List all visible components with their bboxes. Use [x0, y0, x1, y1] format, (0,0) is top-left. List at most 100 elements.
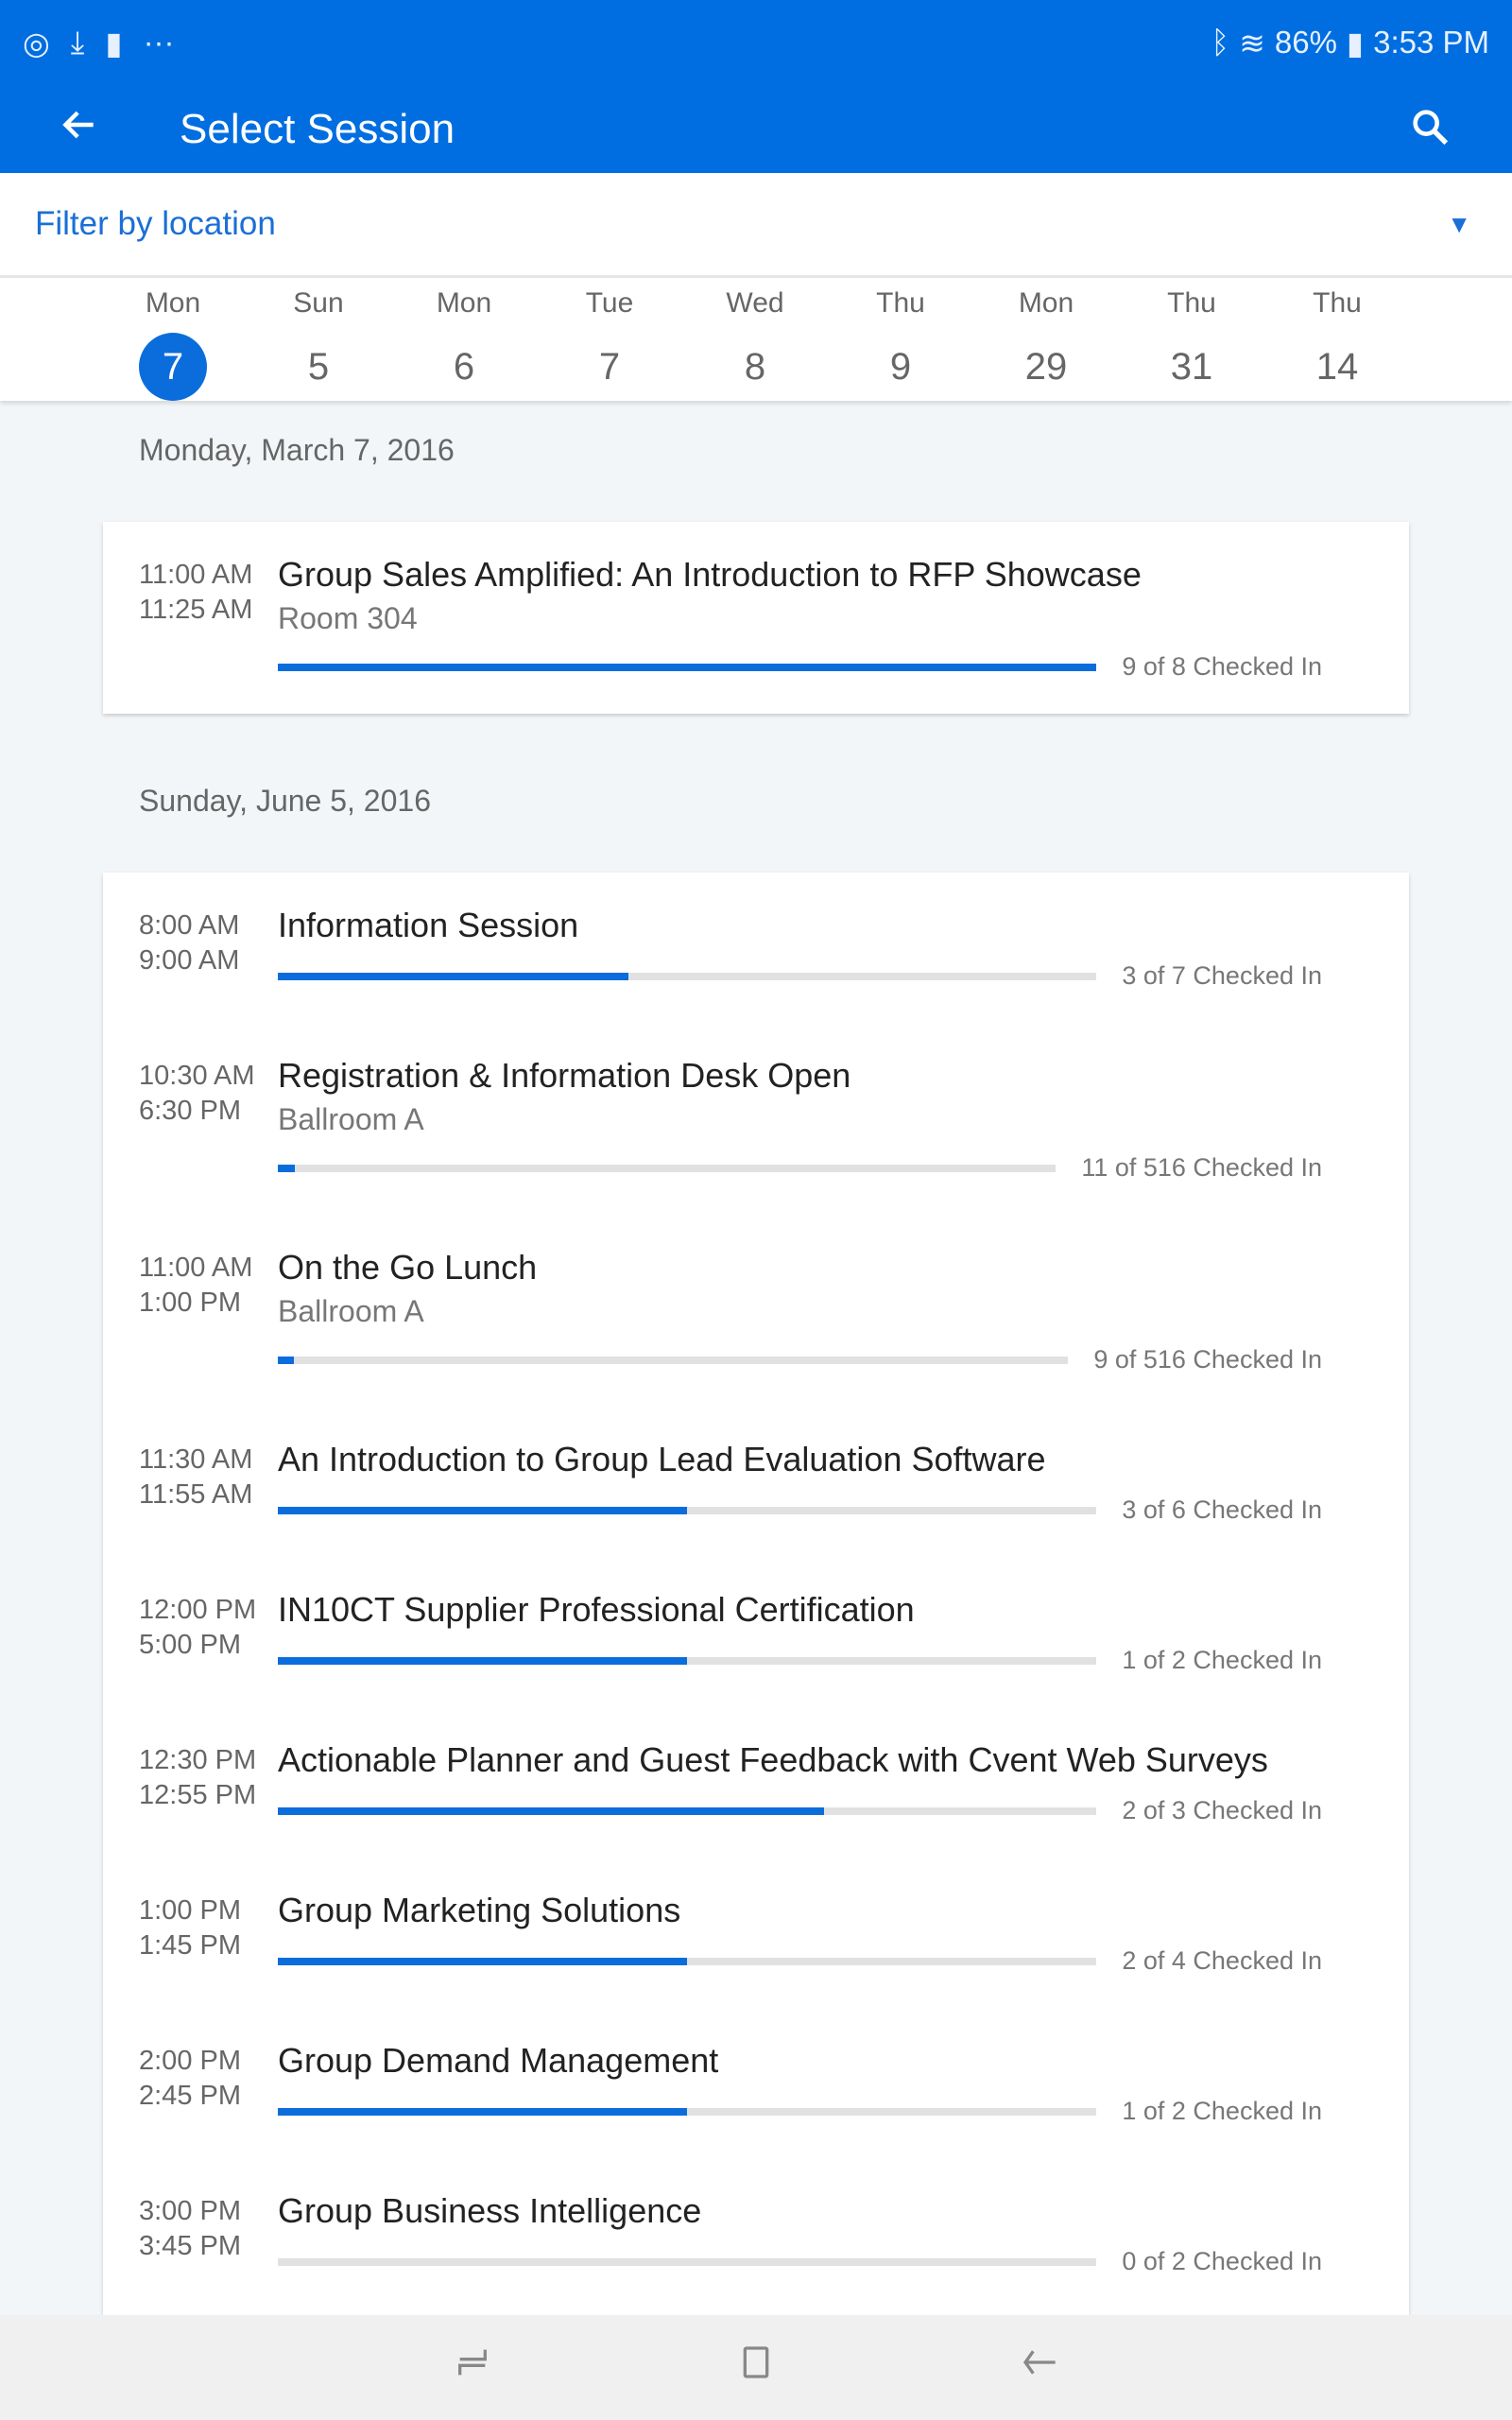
home-icon[interactable] — [737, 2343, 775, 2392]
checkin-progress: 9 of 8 Checked In — [278, 652, 1322, 714]
session-row[interactable]: 2:00 PM 2:45 PM Group Demand Management 1 o… — [103, 2008, 1409, 2158]
session-row[interactable]: 11:30 AM 11:55 AM An Introduction to Group… — [103, 1407, 1409, 1557]
battery-percent: 86% — [1274, 25, 1337, 60]
status-bar: ◎ ⤓ ▮ ··· ᛒ ≋ 86% ▮ 3:53 PM — [0, 0, 1512, 85]
date-tab[interactable]: Thu 9 — [844, 287, 957, 401]
session-time: 11:30 AM 11:55 AM — [139, 1443, 252, 1512]
date-tab[interactable]: Thu 31 — [1135, 287, 1248, 401]
search-icon[interactable] — [1408, 105, 1452, 153]
session-row[interactable]: 3:00 PM 3:45 PM Group Business Intelligenc… — [103, 2158, 1409, 2308]
recents-icon[interactable] — [454, 2343, 491, 2392]
session-time: 1:00 PM 1:45 PM — [139, 1893, 241, 1963]
session-row[interactable]: 11:00 AM 11:25 AM Group Sales Amplified: A… — [103, 522, 1409, 714]
progress-track — [278, 972, 1097, 980]
app-bar: Select Session — [0, 85, 1512, 173]
session-title: Actionable Planner and Guest Feedback wi… — [278, 1740, 1268, 1779]
session-start-time: 12:00 PM — [139, 1595, 257, 1625]
progress-track — [278, 2257, 1097, 2266]
checkin-count: 3 of 7 Checked In — [1122, 961, 1322, 990]
wifi-icon: ≋ — [1239, 25, 1265, 60]
date-tab[interactable]: Mon 29 — [989, 287, 1103, 401]
session-title: IN10CT Supplier Professional Certificati… — [278, 1590, 915, 1629]
back-icon[interactable] — [1021, 2343, 1058, 2392]
date-tab[interactable]: Tue 7 — [553, 287, 666, 401]
checkin-progress: 0 of 2 Checked In — [278, 2247, 1322, 2308]
session-time: 11:00 AM 11:25 AM — [139, 558, 252, 628]
progress-track — [278, 1806, 1097, 1815]
section-date-header: Monday, March 7, 2016 — [139, 433, 455, 467]
session-time: 8:00 AM 9:00 AM — [139, 908, 239, 978]
session-start-time: 2:00 PM — [139, 2046, 241, 2076]
date-tab[interactable]: Sun 5 — [262, 287, 375, 401]
date-tab[interactable]: Thu 14 — [1280, 287, 1394, 401]
more-icon: ··· — [143, 25, 175, 60]
session-start-time: 11:00 AM — [139, 560, 253, 590]
progress-fill — [278, 1356, 294, 1364]
session-row[interactable]: 10:30 AM 6:30 PM Registration & Informatio… — [103, 1023, 1409, 1215]
filter-by-location-dropdown[interactable]: Filter by location ▼ — [0, 173, 1512, 278]
date-tab-number: 9 — [889, 346, 912, 388]
checkin-count: 11 of 516 Checked In — [1081, 1153, 1322, 1182]
session-card: 8:00 AM 9:00 AM Information Session 3 of 7 … — [103, 873, 1409, 2420]
checkin-progress: 3 of 6 Checked In — [278, 1495, 1322, 1557]
date-tab-weekday: Wed — [726, 287, 784, 319]
progress-fill — [278, 1164, 295, 1172]
date-tab-weekday: Mon — [145, 287, 201, 319]
session-body: On the Go Lunch Ballroom A 9 of 516 Checke… — [278, 1247, 1322, 1407]
progress-track — [278, 1164, 1057, 1172]
section-date-header: Sunday, June 5, 2016 — [139, 784, 431, 818]
session-time: 3:00 PM 3:45 PM — [139, 2194, 241, 2264]
session-row[interactable]: 1:00 PM 1:45 PM Group Marketing Solutions 2… — [103, 1858, 1409, 2008]
session-end-time: 12:55 PM — [139, 1780, 257, 1810]
session-end-time: 5:00 PM — [139, 1630, 241, 1660]
date-strip: Mon 7 Sun 5 Mon 6 Tue 7 Wed 8 Thu 9 Mon 29 Thu 31 Thu 14 — [0, 278, 1512, 401]
progress-track — [278, 1656, 1097, 1665]
session-body: Information Session 3 of 7 Checked In — [278, 905, 1322, 1023]
session-start-time: 3:00 PM — [139, 2196, 241, 2226]
date-tab-weekday: Thu — [1313, 287, 1362, 319]
date-tab-number: 6 — [453, 346, 475, 388]
checkin-count: 9 of 8 Checked In — [1122, 652, 1322, 681]
session-body: Actionable Planner and Guest Feedback wi… — [278, 1739, 1322, 1858]
session-start-time: 11:30 AM — [139, 1444, 253, 1475]
checkin-progress: 2 of 4 Checked In — [278, 1946, 1322, 2008]
date-tab-number: 29 — [1024, 346, 1068, 388]
arrow-left-icon[interactable] — [59, 102, 115, 157]
session-row[interactable]: 12:30 PM 12:55 PM Actionable Planner and G… — [103, 1707, 1409, 1858]
progress-track — [278, 1356, 1069, 1364]
date-tab-weekday: Mon — [436, 287, 492, 319]
progress-fill — [278, 2107, 688, 2116]
session-end-time: 11:25 AM — [139, 595, 253, 625]
date-tab-number: 31 — [1170, 346, 1213, 388]
session-end-time: 6:30 PM — [139, 1096, 241, 1126]
session-body: Group Demand Management 1 of 2 Checked In — [278, 2040, 1322, 2158]
session-row[interactable]: 8:00 AM 9:00 AM Information Session 3 of 7 … — [103, 873, 1409, 1023]
checkin-count: 2 of 4 Checked In — [1122, 1946, 1322, 1975]
date-tab[interactable]: Mon 6 — [407, 287, 521, 401]
session-body: Group Sales Amplified: An Introduction t… — [278, 554, 1322, 714]
session-time: 11:00 AM 1:00 PM — [139, 1251, 252, 1321]
session-row[interactable]: 12:00 PM 5:00 PM IN10CT Supplier Professio… — [103, 1557, 1409, 1707]
navigation-bar — [0, 2315, 1512, 2420]
session-body: An Introduction to Group Lead Evaluation… — [278, 1439, 1322, 1557]
session-row[interactable]: 11:00 AM 1:00 PM On the Go Lunch Ballroom A… — [103, 1215, 1409, 1407]
date-tab-number: 14 — [1315, 346, 1359, 388]
session-end-time: 11:55 AM — [139, 1479, 253, 1510]
progress-fill — [278, 1656, 688, 1665]
progress-track — [278, 1957, 1097, 1965]
checkin-progress: 11 of 516 Checked In — [278, 1153, 1322, 1215]
session-room: Ballroom A — [278, 1102, 424, 1136]
session-card: 11:00 AM 11:25 AM Group Sales Amplified: A… — [103, 522, 1409, 714]
date-tab-weekday: Tue — [585, 287, 634, 319]
checkin-progress: 1 of 2 Checked In — [278, 2097, 1322, 2158]
session-body: Group Marketing Solutions 2 of 4 Checked … — [278, 1890, 1322, 2008]
caret-down-icon: ▼ — [1447, 209, 1471, 238]
date-tab[interactable]: Mon 7 — [116, 287, 230, 401]
session-body: IN10CT Supplier Professional Certificati… — [278, 1589, 1322, 1707]
battery-icon: ▮ — [1346, 25, 1365, 60]
session-time: 10:30 AM 6:30 PM — [139, 1059, 255, 1129]
date-tab[interactable]: Wed 8 — [698, 287, 812, 401]
progress-track — [278, 1506, 1097, 1514]
bluetooth-icon: ᛒ — [1211, 25, 1230, 60]
progress-fill — [278, 1806, 824, 1815]
